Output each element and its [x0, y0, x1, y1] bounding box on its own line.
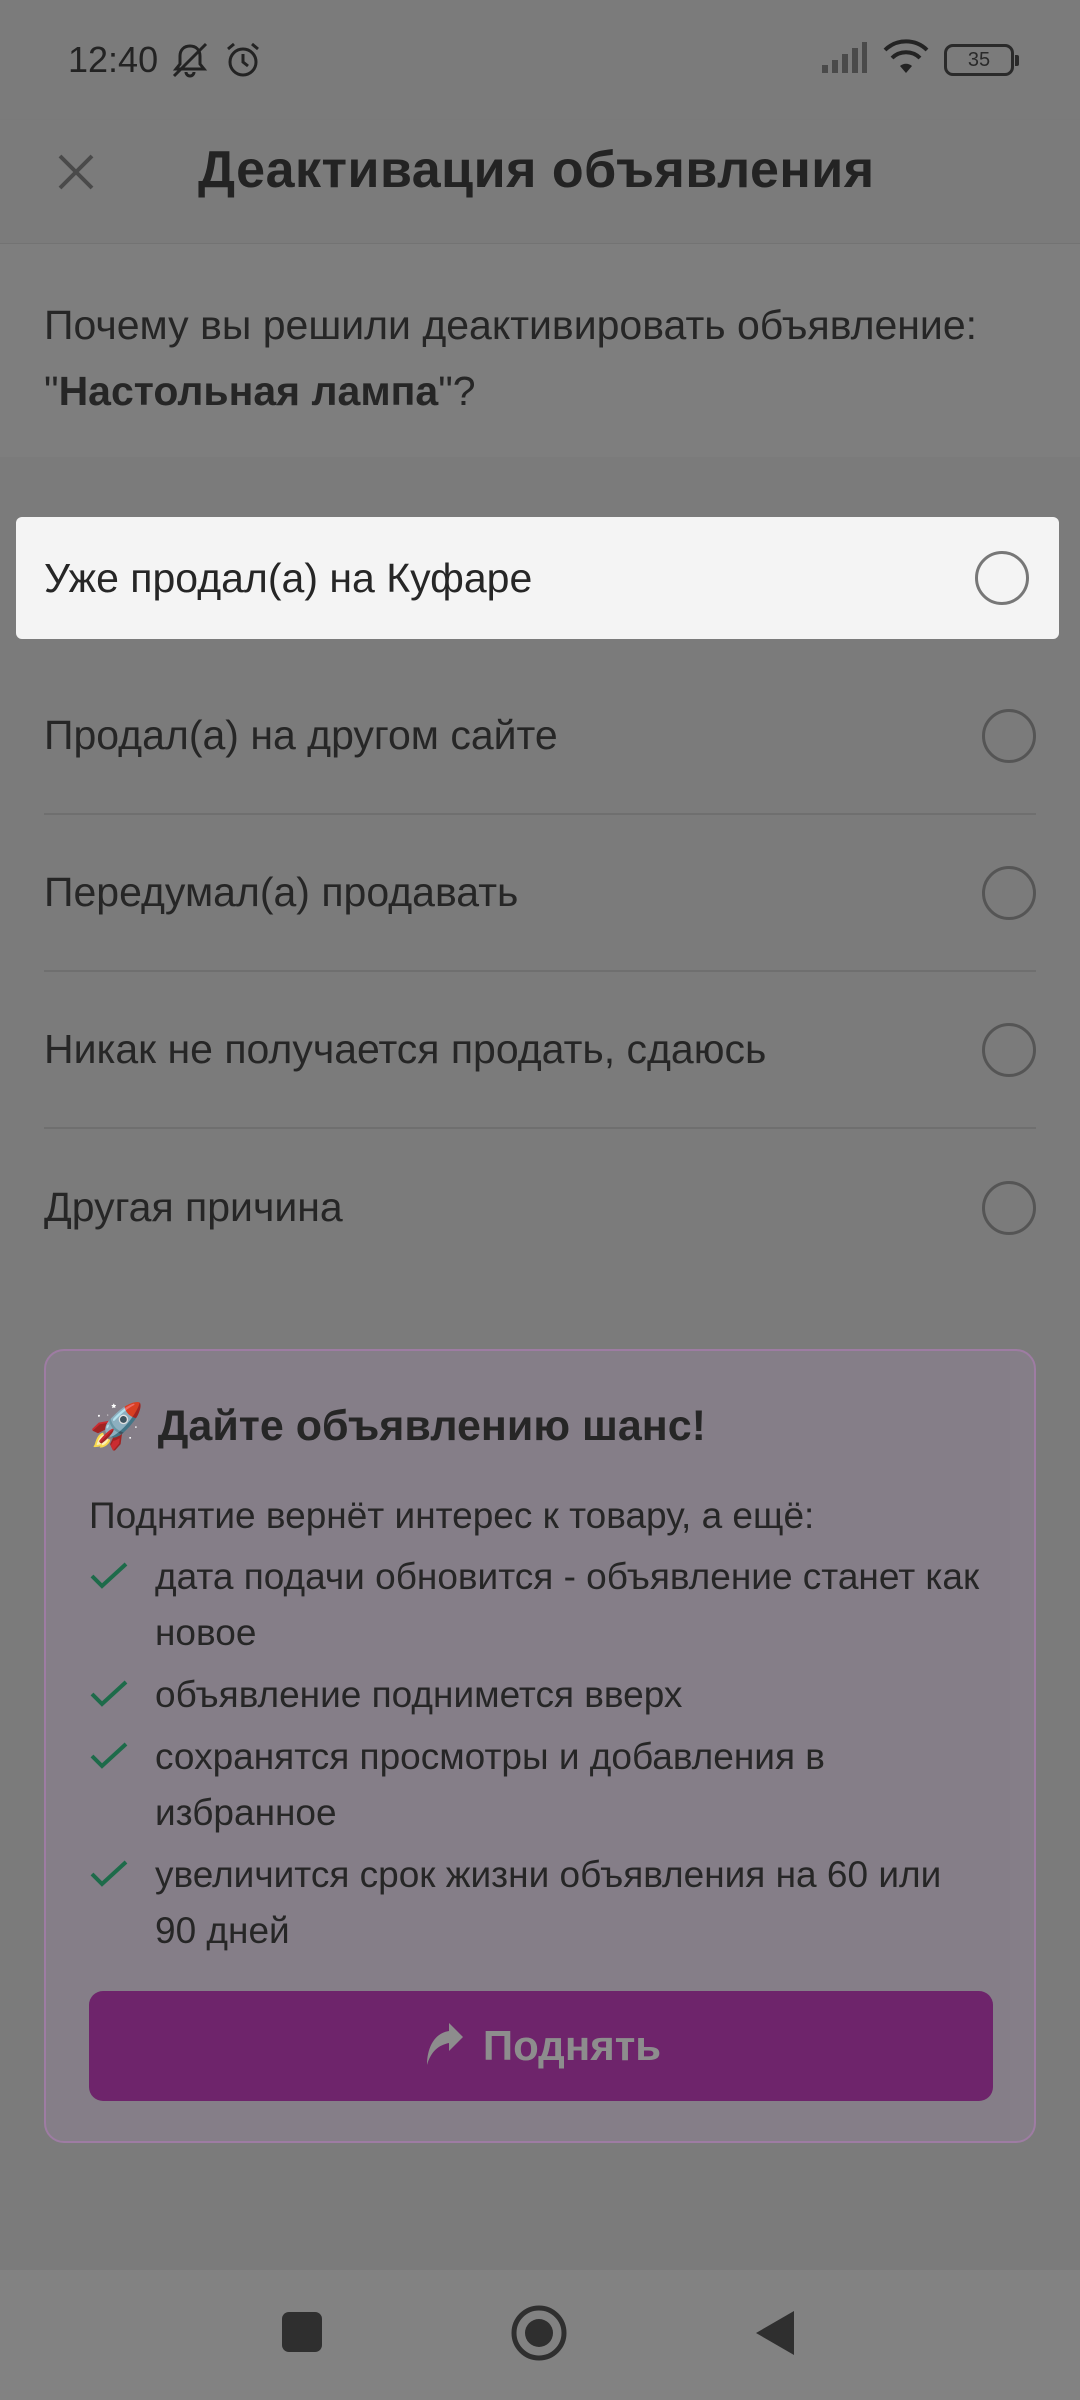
benefit-item: сохранятся просмотры и добавления в избр… [89, 1729, 990, 1841]
benefit-text: увеличится срок жизни объявления на 60 и… [155, 1854, 942, 1951]
home-icon [511, 2305, 567, 2361]
promo-title-text: Дайте объявлению шанс! [157, 1401, 706, 1450]
radio-button[interactable] [982, 1022, 1036, 1077]
radio-button[interactable] [982, 865, 1036, 920]
promo-card: 🚀 Дайте объявлению шанс! Поднятие вернёт… [44, 1349, 1036, 2143]
check-icon [89, 1549, 155, 1596]
status-time: 12:40 [68, 39, 159, 80]
option-sold-on-kufar[interactable]: Уже продал(а) на Куфаре [16, 517, 1059, 639]
alarm-icon [222, 39, 264, 81]
question-suffix: "? [438, 368, 476, 414]
close-button[interactable] [50, 146, 102, 198]
option-label: Никак не получается продать, сдаюсь [44, 1026, 767, 1072]
back-icon [756, 2311, 794, 2355]
page-title: Деактивация объявления [198, 141, 875, 199]
benefit-item: увеличится срок жизни объявления на 60 и… [89, 1847, 990, 1959]
check-icon [89, 1729, 155, 1776]
app-bar: Деактивация объявления [0, 120, 1080, 244]
item-name: Настольная лампа [58, 368, 439, 414]
radio-button[interactable] [982, 1180, 1036, 1235]
home-button[interactable] [510, 2304, 568, 2362]
option-label: Уже продал(а) на Куфаре [44, 554, 533, 601]
signal-icon [820, 41, 868, 80]
option-label: Передумал(а) продавать [44, 869, 519, 915]
close-icon [58, 154, 94, 190]
rocket-icon: 🚀 [89, 1402, 144, 1451]
arrow-up-icon [426, 2023, 463, 2065]
benefit-text: объявление поднимется вверх [155, 1674, 683, 1715]
check-icon [89, 1667, 155, 1714]
benefit-text: сохранятся просмотры и добавления в избр… [155, 1736, 825, 1833]
notifications-off-icon [168, 38, 212, 82]
option-label: Продал(а) на другом сайте [44, 712, 558, 758]
raise-button[interactable]: Поднять [89, 1991, 993, 2101]
recents-button[interactable] [280, 2310, 324, 2354]
system-nav-bar [0, 2270, 1080, 2400]
benefit-item: объявление поднимется вверх [89, 1667, 990, 1723]
option-changed-mind[interactable]: Передумал(а) продавать [44, 815, 1036, 972]
deactivation-question: Почему вы решили деактивировать объявлен… [0, 244, 1080, 457]
benefit-text: дата подачи обновится - объявление стане… [155, 1556, 980, 1653]
benefit-item: дата подачи обновится - объявление стане… [89, 1549, 990, 1661]
status-bar: 12:40 35 [0, 0, 1080, 120]
check-icon [89, 1847, 155, 1894]
recents-icon [282, 2312, 322, 2352]
promo-title: 🚀 Дайте объявлению шанс! [89, 1393, 990, 1459]
radio-button[interactable] [982, 708, 1036, 763]
raise-button-label: Поднять [482, 2022, 662, 2069]
back-button[interactable] [752, 2308, 798, 2358]
promo-subtitle: Поднятие вернёт интерес к товару, а ещё: [89, 1495, 815, 1536]
wifi-icon [882, 38, 930, 82]
battery-indicator: 35 [944, 44, 1019, 76]
radio-button[interactable] [975, 551, 1029, 605]
option-other-reason[interactable]: Другая причина [44, 1129, 1036, 1286]
status-right: 35 [820, 38, 1019, 82]
option-cannot-sell[interactable]: Никак не получается продать, сдаюсь [44, 972, 1036, 1129]
option-sold-other-site[interactable]: Продал(а) на другом сайте [44, 658, 1036, 815]
option-label: Другая причина [44, 1184, 343, 1230]
status-left: 12:40 [68, 38, 264, 82]
